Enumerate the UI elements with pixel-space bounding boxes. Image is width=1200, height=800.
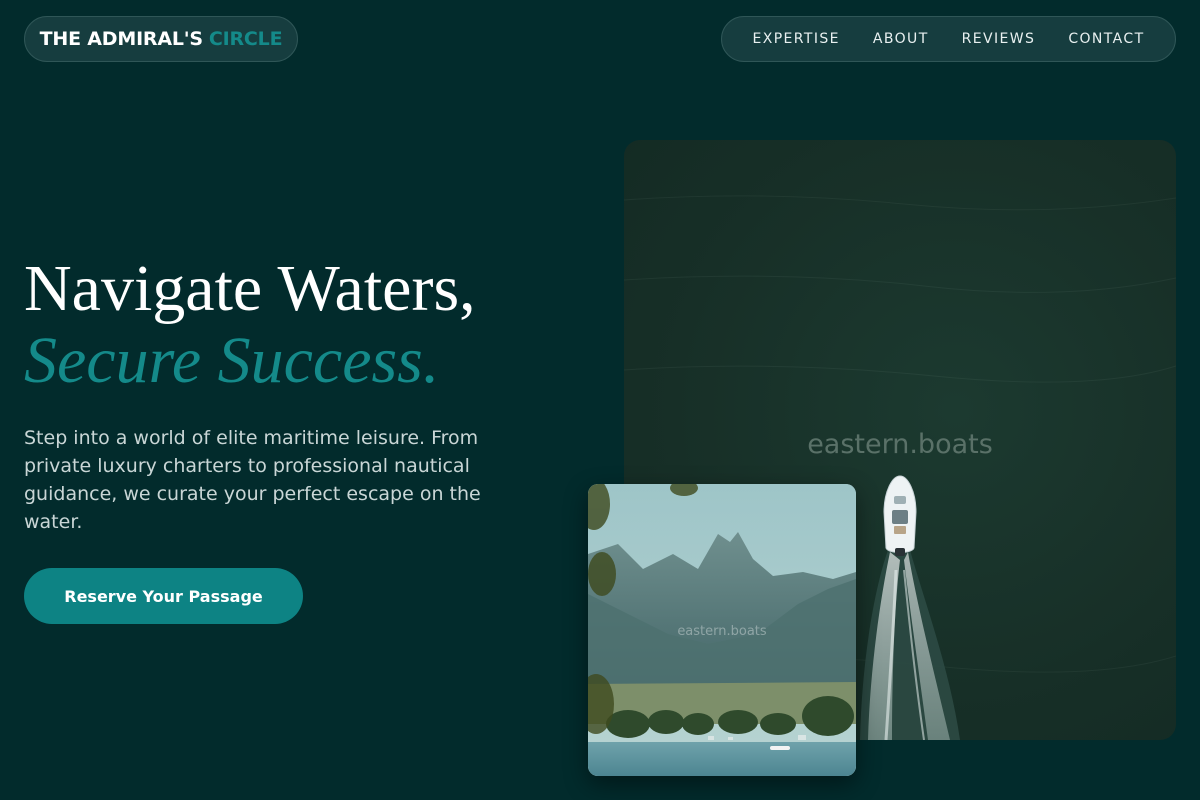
- reserve-passage-button[interactable]: Reserve Your Passage: [24, 568, 303, 624]
- nav-link-reviews[interactable]: REVIEWS: [962, 31, 1036, 47]
- hero-image-lake: eastern.boats: [588, 484, 856, 776]
- hero-description: Step into a world of elite maritime leis…: [24, 427, 481, 533]
- image-watermark: eastern.boats: [807, 429, 993, 460]
- nav-link-expertise[interactable]: EXPERTISE: [752, 31, 839, 47]
- brand-name-accent: CIRCLE: [208, 28, 283, 50]
- page: THE ADMIRAL'S CIRCLE EXPERTISE ABOUT REV…: [0, 0, 1200, 800]
- nav-link-about[interactable]: ABOUT: [873, 31, 929, 47]
- hero-title: Navigate Waters, Secure Success.: [24, 253, 476, 397]
- nav-link-contact[interactable]: CONTACT: [1068, 31, 1144, 47]
- brand-name-primary: THE ADMIRAL'S: [39, 28, 203, 50]
- hero-title-line2: Secure Success.: [24, 324, 440, 397]
- image-watermark: eastern.boats: [677, 624, 767, 639]
- brand-logo[interactable]: THE ADMIRAL'S CIRCLE: [24, 16, 298, 62]
- hero-title-line1: Navigate Waters,: [24, 252, 476, 325]
- main-nav: EXPERTISE ABOUT REVIEWS CONTACT: [721, 16, 1176, 62]
